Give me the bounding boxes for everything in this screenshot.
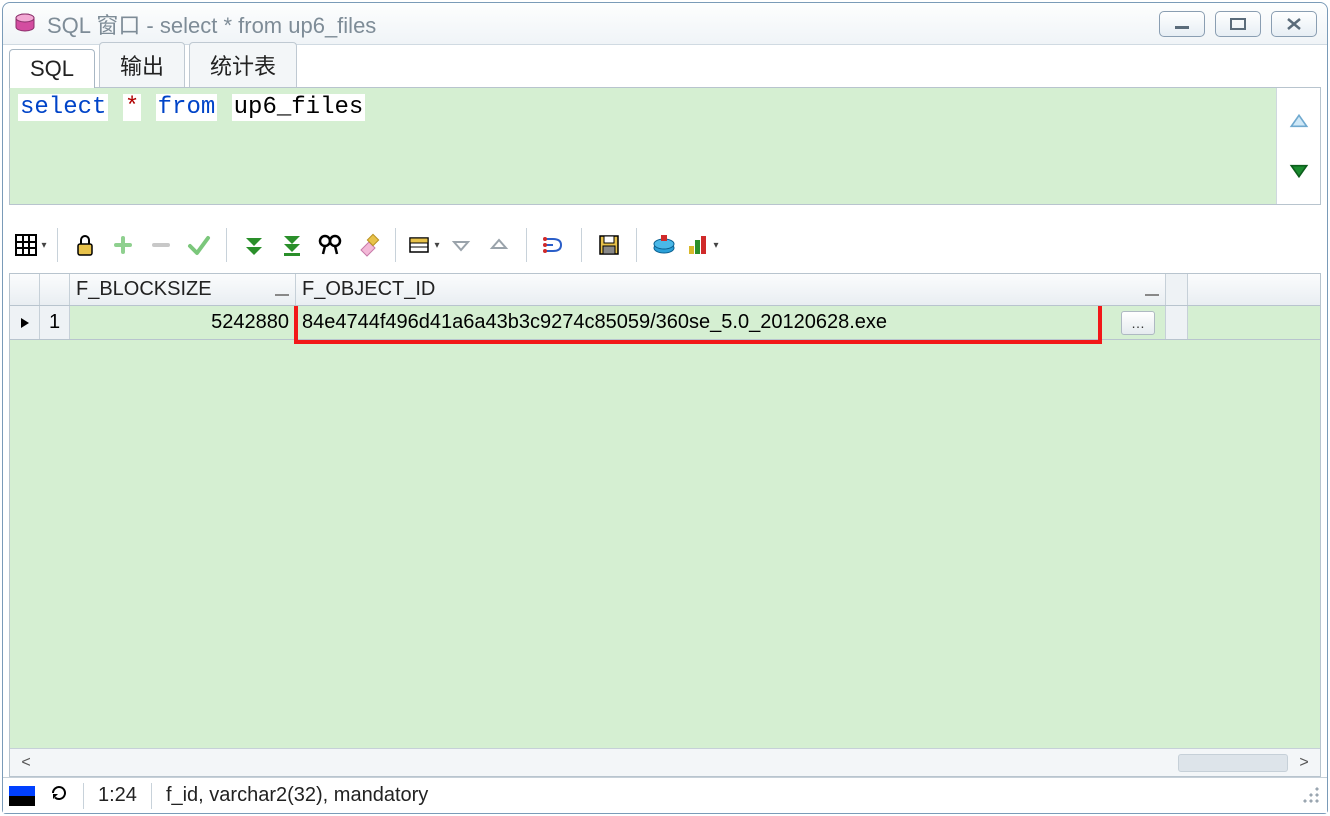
field-info: f_id, varchar2(32), mandatory	[166, 784, 428, 807]
tab-stats[interactable]: 统计表	[189, 42, 297, 87]
results-grid: F_BLOCKSIZE F_OBJECT_ID 1 5242880 84e474…	[9, 273, 1321, 777]
scroll-left-button[interactable]: <	[14, 753, 38, 773]
scroll-right-button[interactable]: >	[1292, 753, 1316, 773]
header-rowmark[interactable]	[10, 274, 40, 305]
token-table: up6_files	[232, 94, 366, 121]
close-button[interactable]	[1271, 11, 1317, 37]
header-padding	[1166, 274, 1188, 305]
horizontal-scrollbar[interactable]: < >	[10, 748, 1320, 776]
row-marker-icon	[10, 306, 40, 339]
header-objectid[interactable]: F_OBJECT_ID	[296, 274, 1166, 305]
grid-toolbar	[9, 221, 1321, 269]
export-button[interactable]	[647, 228, 681, 262]
chart-button[interactable]	[685, 228, 719, 262]
flag-icon	[9, 786, 35, 806]
resize-grip[interactable]	[1303, 787, 1321, 805]
cell-objectid-value: 84e4744f496d41a6a43b3c9274c85059/360se_5…	[302, 311, 887, 334]
token-star: *	[123, 94, 141, 121]
cell-objectid[interactable]: 84e4744f496d41a6a43b3c9274c85059/360se_5…	[296, 306, 1166, 339]
lock-button[interactable]	[68, 228, 102, 262]
grid-row[interactable]: 1 5242880 84e4744f496d41a6a43b3c9274c850…	[10, 306, 1320, 340]
fetch-all-button[interactable]	[275, 228, 309, 262]
token-select: select	[18, 94, 108, 121]
header-blocksize[interactable]: F_BLOCKSIZE	[70, 274, 296, 305]
window-title: SQL 窗口 - select * from up6_files	[47, 8, 1159, 40]
cell-padding	[1166, 306, 1188, 339]
sql-editor[interactable]: select * from up6_files	[10, 88, 1276, 204]
grid-body: 1 5242880 84e4744f496d41a6a43b3c9274c850…	[10, 306, 1320, 748]
statusbar: 1:24 f_id, varchar2(32), mandatory	[3, 777, 1327, 813]
nav-down-button[interactable]	[444, 228, 478, 262]
find-button[interactable]	[313, 228, 347, 262]
fetch-next-button[interactable]	[237, 228, 271, 262]
titlebar: SQL 窗口 - select * from up6_files	[3, 3, 1327, 45]
sql-window: SQL 窗口 - select * from up6_files SQL 输出 …	[2, 2, 1328, 814]
history-nav	[1276, 88, 1320, 204]
cursor-position: 1:24	[98, 784, 137, 807]
commit-button[interactable]	[182, 228, 216, 262]
refresh-icon[interactable]	[49, 783, 69, 809]
history-prev-button[interactable]	[1288, 112, 1310, 134]
minimize-button[interactable]	[1159, 11, 1205, 37]
add-row-button[interactable]	[106, 228, 140, 262]
grid-header: F_BLOCKSIZE F_OBJECT_ID	[10, 274, 1320, 306]
tab-sql[interactable]: SQL	[9, 49, 95, 88]
link-button[interactable]	[537, 228, 571, 262]
tab-output[interactable]: 输出	[99, 42, 185, 87]
scroll-thumb[interactable]	[1178, 754, 1288, 772]
sql-editor-row: select * from up6_files	[9, 87, 1321, 205]
clear-button[interactable]	[351, 228, 385, 262]
cell-blocksize[interactable]: 5242880	[70, 306, 296, 339]
window-controls	[1159, 11, 1317, 37]
single-record-button[interactable]	[406, 228, 440, 262]
history-next-button[interactable]	[1288, 158, 1310, 180]
row-number: 1	[40, 306, 70, 339]
save-button[interactable]	[592, 228, 626, 262]
token-from: from	[156, 94, 218, 121]
app-icon	[13, 12, 37, 36]
cell-edit-button[interactable]: …	[1121, 311, 1155, 335]
result-tabs: SQL 输出 统计表	[3, 45, 1327, 87]
header-rownum[interactable]	[40, 274, 70, 305]
maximize-button[interactable]	[1215, 11, 1261, 37]
remove-row-button[interactable]	[144, 228, 178, 262]
nav-up-button[interactable]	[482, 228, 516, 262]
grid-options-button[interactable]	[13, 228, 47, 262]
